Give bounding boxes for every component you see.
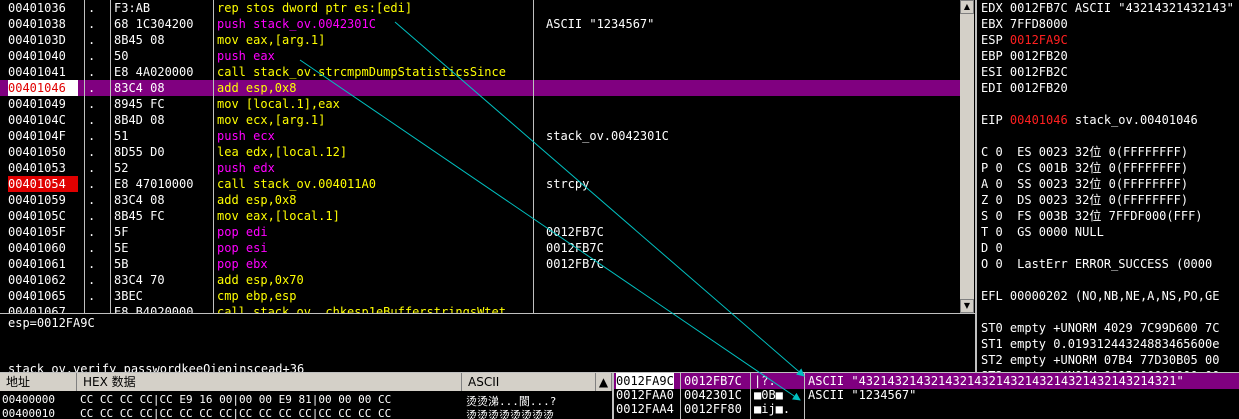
arrow-line [299,59,801,401]
arrow-line [394,21,805,377]
jump-arrows-overlay [299,21,805,401]
